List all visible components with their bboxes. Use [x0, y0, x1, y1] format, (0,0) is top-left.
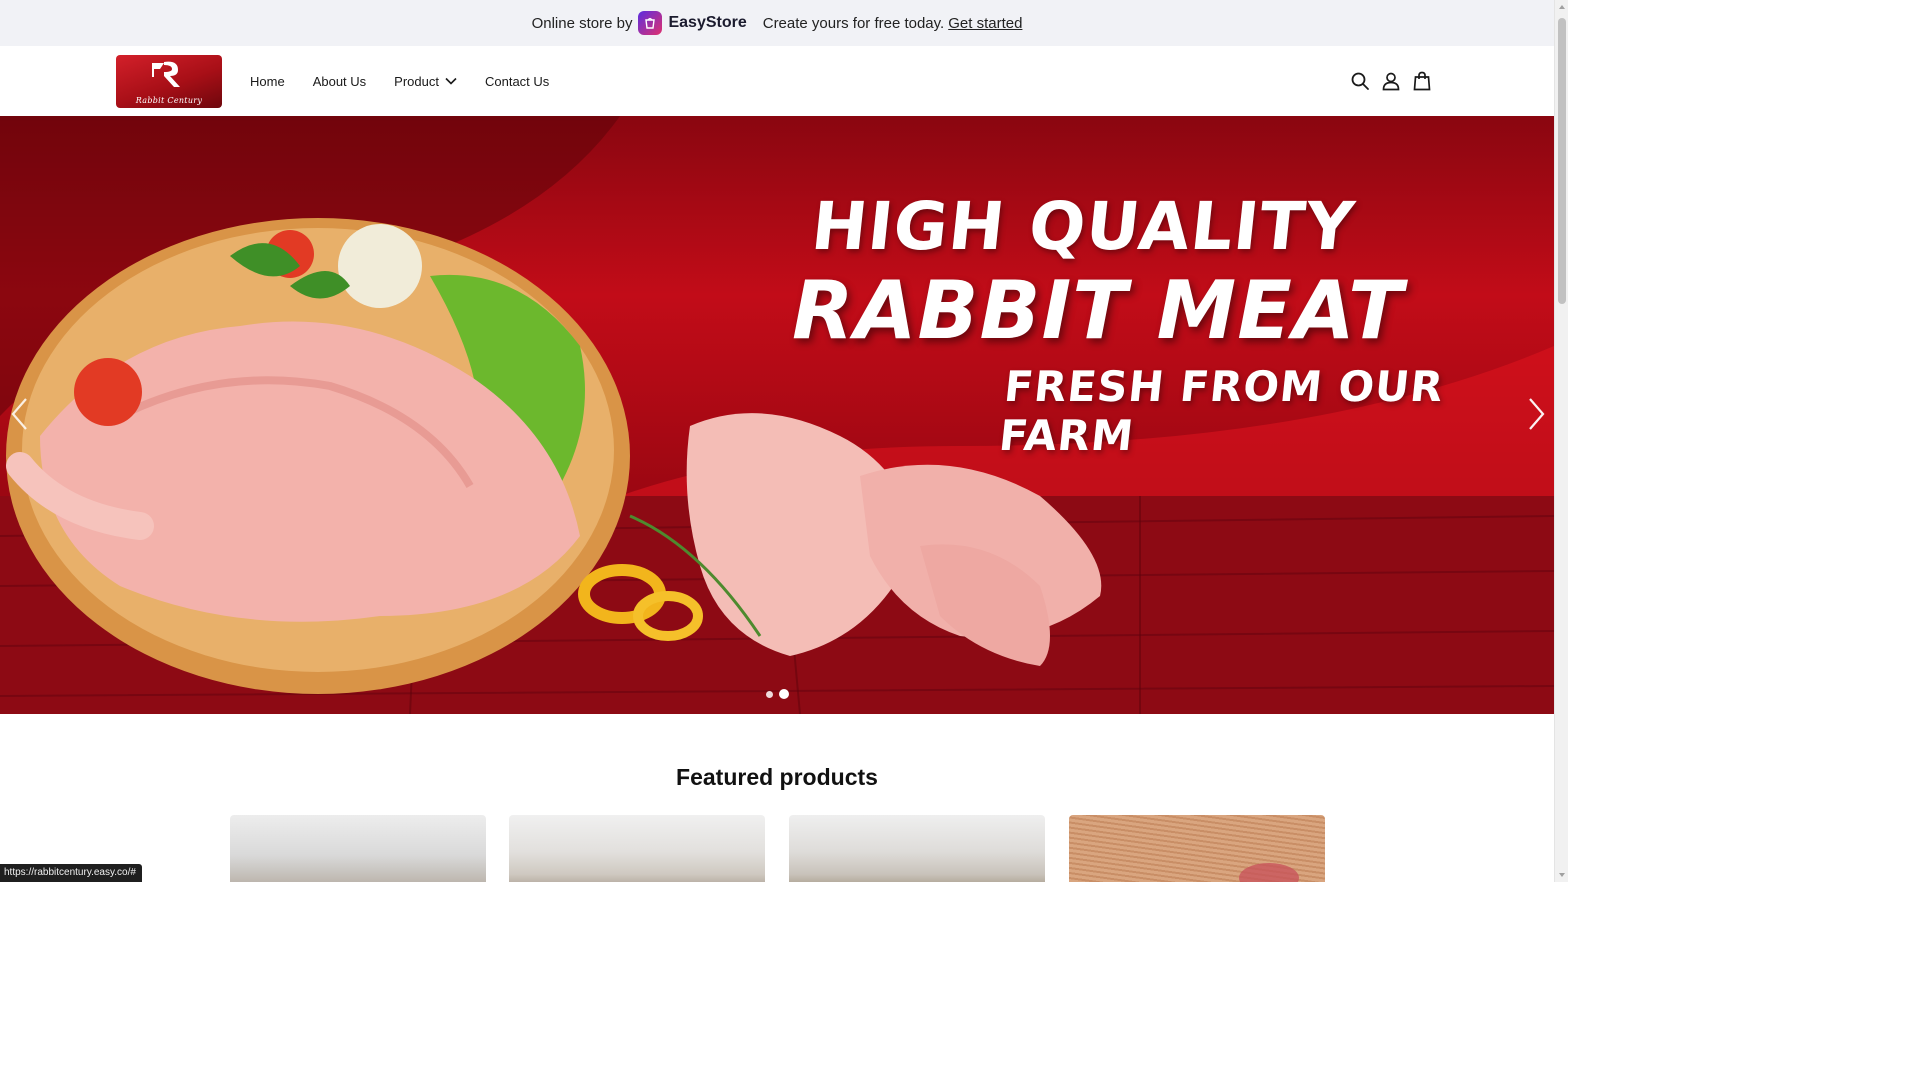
scroll-up-arrow-icon[interactable] — [1558, 3, 1566, 11]
hero-line-3: FRESH FROM OUR FARM — [996, 362, 1447, 460]
search-icon[interactable] — [1350, 71, 1370, 91]
hero-line-1: HIGH QUALITY — [807, 188, 1359, 265]
easystore-promo-bar: Online store by EasyStore Create yours f… — [0, 0, 1554, 46]
nav-item-product[interactable]: Product — [394, 74, 457, 89]
rabbit-logo-icon — [152, 61, 180, 87]
promo-prefix-text: Online store by — [531, 14, 633, 32]
hero-slider: HIGH QUALITY RABBIT MEAT FRESH FROM OUR … — [0, 116, 1554, 714]
hero-line-2: RABBIT MEAT — [792, 264, 1404, 357]
nav-item-label: Home — [250, 73, 285, 89]
cart-icon[interactable] — [1412, 71, 1432, 91]
featured-products-heading: Featured products — [676, 764, 878, 790]
scroll-down-arrow-icon[interactable] — [1558, 871, 1566, 879]
easystore-logo-icon — [638, 11, 663, 35]
slider-prev-arrow-icon[interactable] — [8, 396, 32, 432]
status-bar-url: https://rabbitcentury.easy.co/# — [0, 864, 142, 882]
promo-cta-text: Create yours for free today. — [762, 14, 945, 32]
main-nav: Home About Us Product Contact Us — [250, 46, 577, 116]
logo-script-text: Rabbit Century — [135, 96, 203, 105]
nav-item-label: Contact Us — [484, 73, 550, 89]
scrollbar-thumb[interactable] — [1558, 18, 1566, 304]
nav-item-label: Product — [394, 73, 439, 89]
site-header: Rabbit Century Home About Us Product Con… — [0, 46, 1554, 116]
nav-item-contact-us[interactable]: Contact Us — [485, 74, 549, 89]
slider-pagination — [766, 689, 795, 699]
slider-next-arrow-icon[interactable] — [1524, 396, 1548, 432]
nav-item-home[interactable]: Home — [250, 74, 285, 89]
get-started-link[interactable]: Get started — [948, 15, 1022, 32]
product-card[interactable] — [1069, 815, 1325, 882]
nav-item-about-us[interactable]: About Us — [313, 74, 366, 89]
slider-dot-2[interactable] — [779, 689, 789, 699]
product-card[interactable] — [230, 815, 486, 882]
page-scrollbar[interactable] — [1554, 0, 1568, 882]
product-card[interactable] — [509, 815, 765, 882]
store-logo[interactable]: Rabbit Century — [116, 55, 222, 108]
product-card[interactable] — [789, 815, 1045, 882]
nav-item-label: About Us — [312, 73, 367, 89]
account-icon[interactable] — [1381, 71, 1401, 91]
header-actions — [1350, 70, 1432, 92]
slider-dot-1[interactable] — [766, 690, 773, 698]
easystore-brand: EasyStore — [668, 14, 747, 31]
chevron-down-icon — [445, 77, 457, 85]
